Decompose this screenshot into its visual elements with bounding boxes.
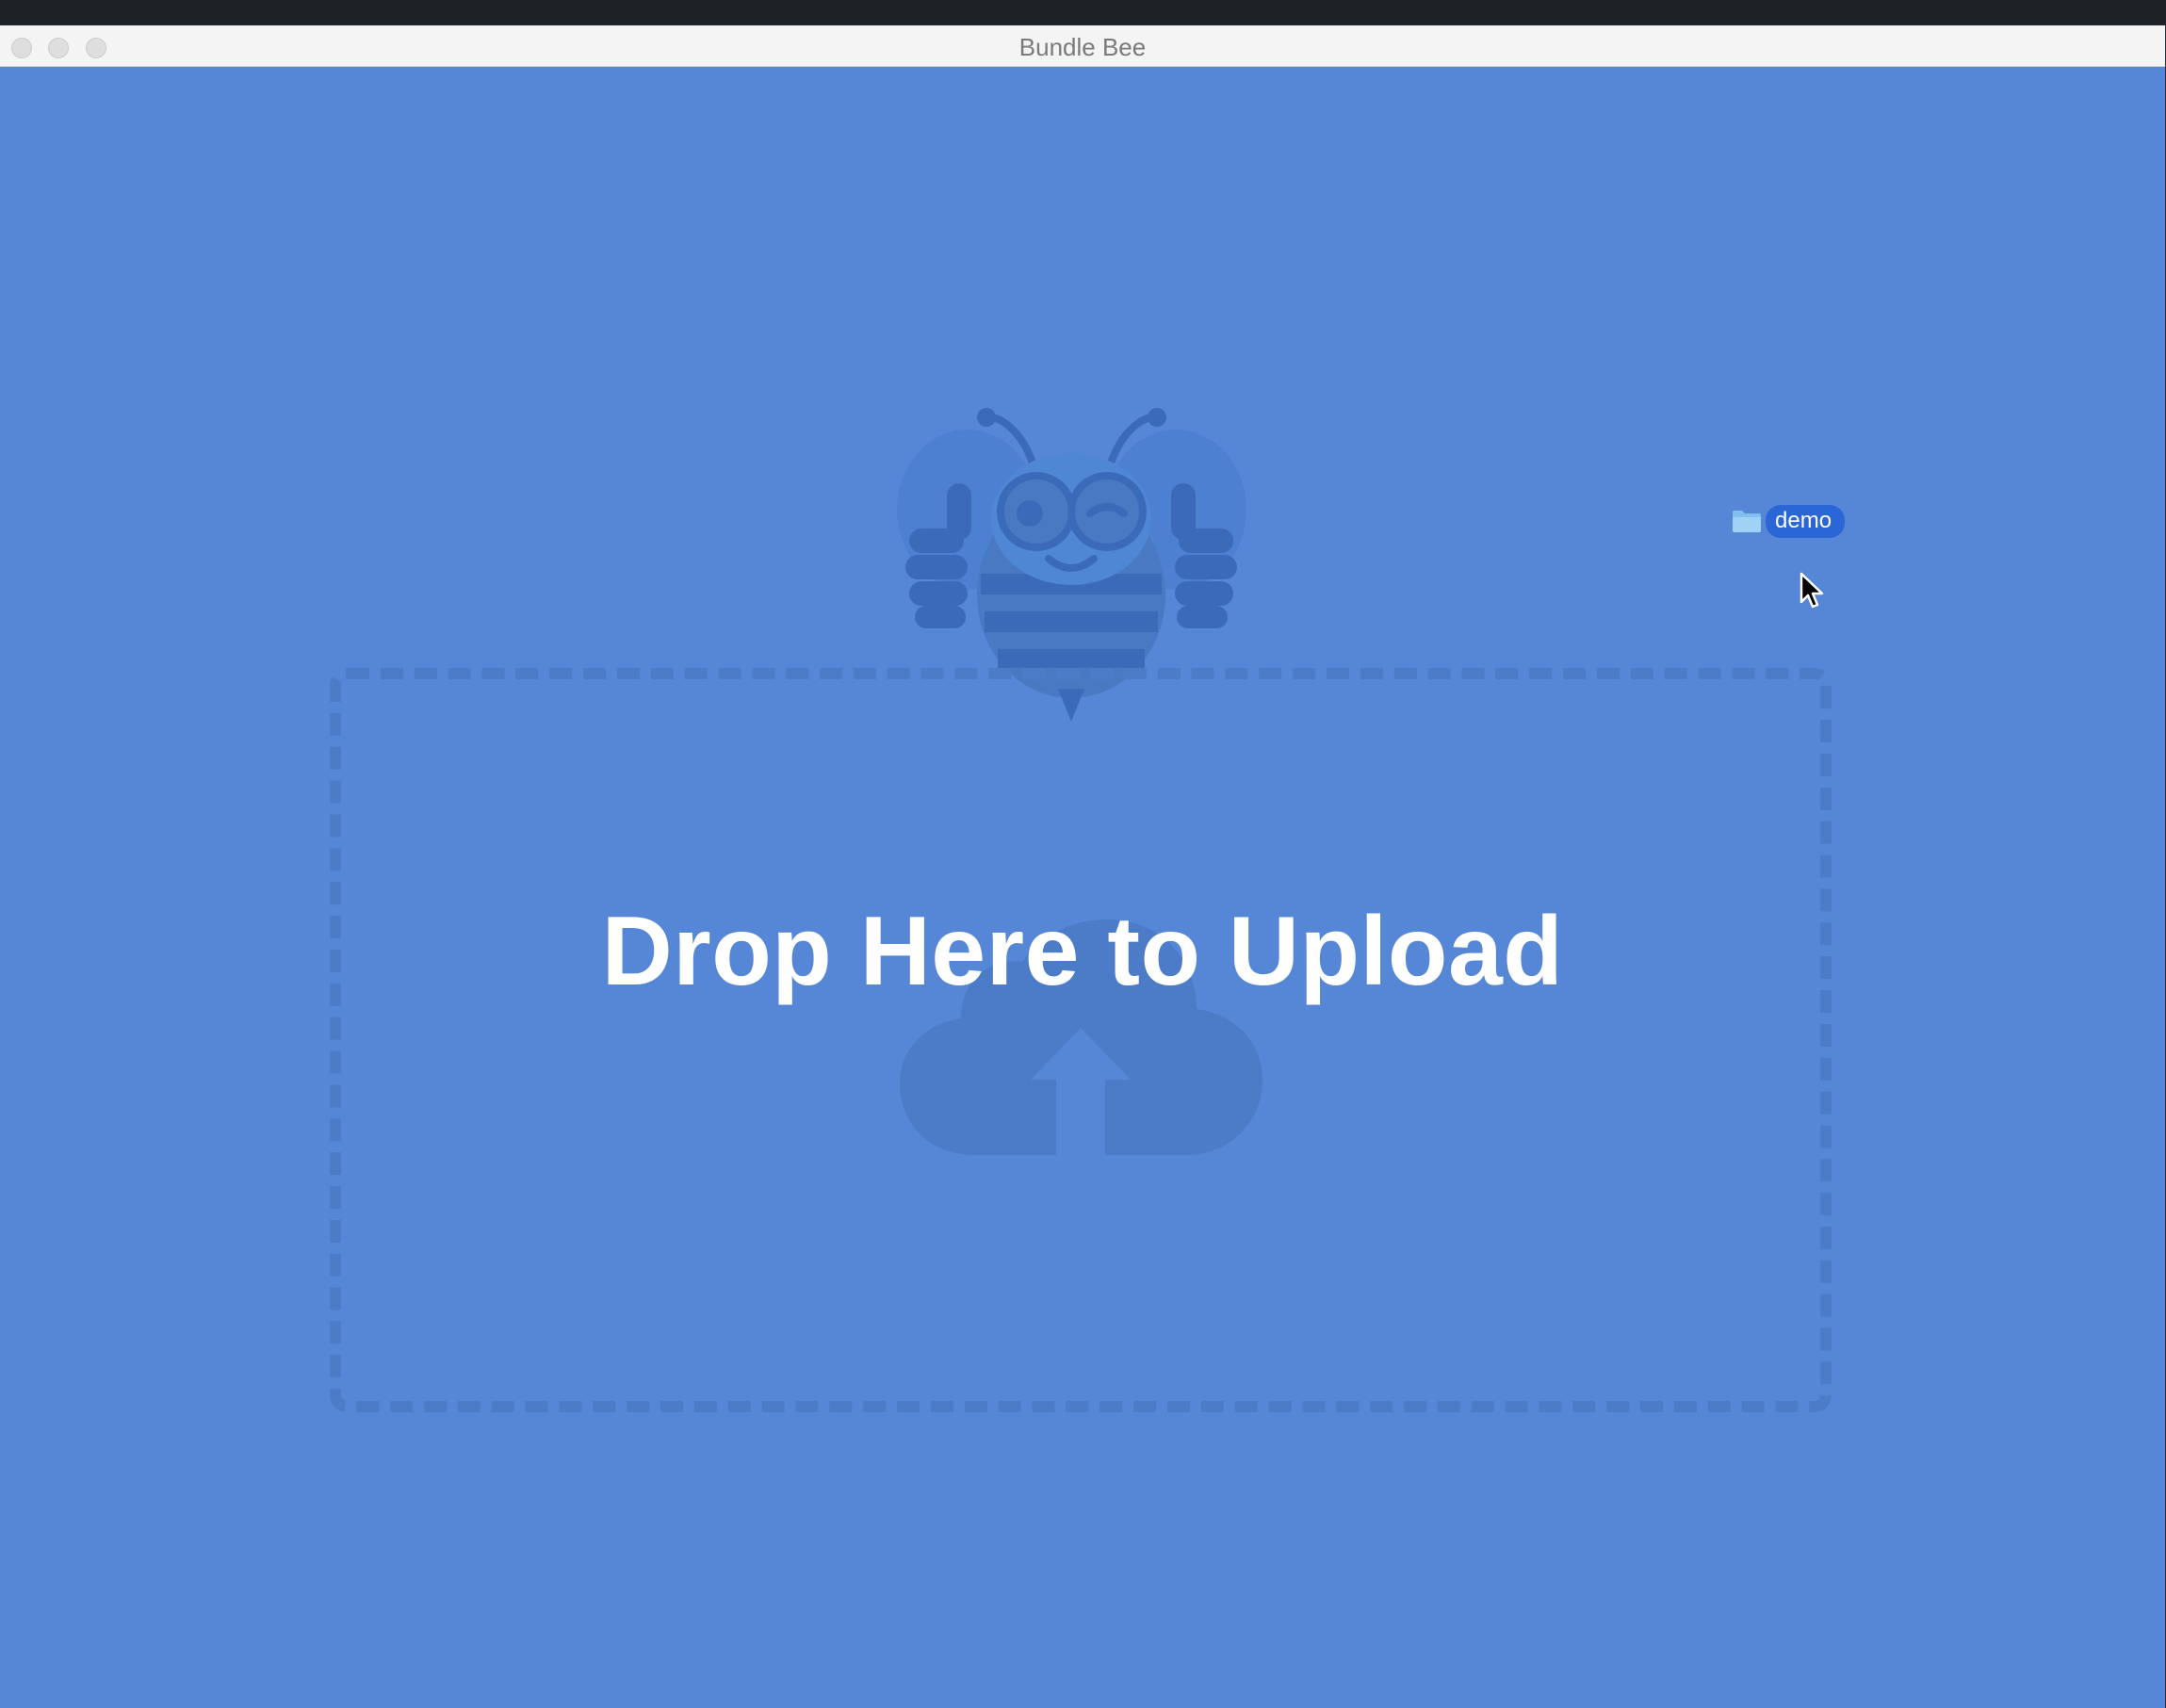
desktop: Bundle Bee Drop Here to Upload demo [0, 0, 2166, 1708]
app-window: Bundle Bee Drop Here to Upload demo [0, 25, 2165, 1708]
mouse-cursor-icon [1800, 572, 1824, 609]
window-title: Bundle Bee [1018, 33, 1147, 61]
dragged-folder[interactable]: demo [1732, 504, 1846, 538]
upload-area[interactable]: Drop Here to Upload [0, 67, 2165, 1708]
dragged-folder-label: demo [1766, 504, 1846, 538]
title-bar[interactable]: Bundle Bee [0, 25, 2165, 67]
folder-icon [1733, 511, 1761, 532]
drop-here-heading: Drop Here to Upload [601, 897, 1564, 1006]
